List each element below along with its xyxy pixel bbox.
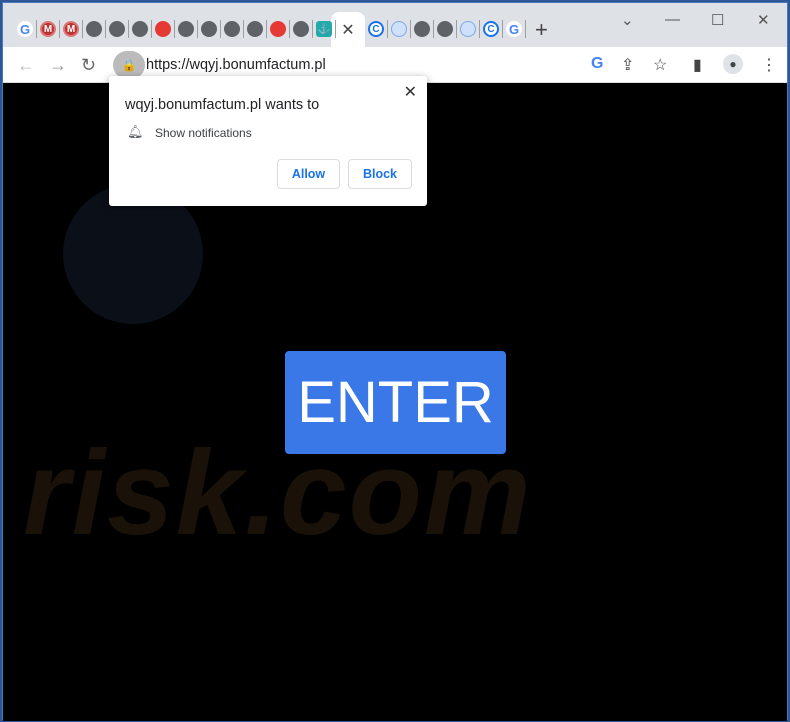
tab-red-circle-icon[interactable]	[155, 21, 171, 37]
google-lens-icon[interactable]: G	[591, 55, 603, 73]
tab-globe-icon[interactable]	[109, 21, 125, 37]
tab-globe-icon[interactable]	[178, 21, 194, 37]
tab-separator	[197, 20, 198, 38]
tab-separator	[289, 20, 290, 38]
share-icon[interactable]: ⇪	[621, 55, 634, 75]
tab-separator	[128, 20, 129, 38]
back-button[interactable]: ←	[17, 55, 35, 76]
tab-refresh-blue-icon[interactable]: C	[483, 21, 499, 37]
tab-globe-icon[interactable]	[247, 21, 263, 37]
tab-separator	[266, 20, 267, 38]
address-bar[interactable]: 🔒 https://wqyj.bonumfactum.pl	[113, 51, 673, 79]
tab-bell-blue-icon[interactable]	[460, 21, 476, 37]
side-panel-icon[interactable]: ▮	[693, 55, 702, 75]
reload-button[interactable]: ↻	[81, 55, 96, 76]
url-text[interactable]: https://wqyj.bonumfactum.pl	[146, 57, 326, 73]
tab-google-icon[interactable]: G	[506, 21, 522, 37]
profile-avatar-icon[interactable]: ●	[723, 54, 743, 74]
tab-separator	[387, 20, 388, 38]
tab-bell-blue-icon[interactable]	[391, 21, 407, 37]
tab-mega-icon[interactable]: M	[63, 21, 79, 37]
tab-mega-icon[interactable]: M	[40, 21, 56, 37]
lock-icon[interactable]: 🔒	[113, 51, 145, 79]
close-icon[interactable]: ✕	[404, 82, 417, 102]
permission-text: Show notifications	[155, 126, 252, 140]
notification-permission-popup: wqyj.bonumfactum.pl wants to ✕ 🔔︎ Show n…	[109, 76, 427, 206]
tab-separator	[105, 20, 106, 38]
tab-separator	[479, 20, 480, 38]
forward-button[interactable]: →	[49, 55, 67, 76]
tab-separator	[525, 20, 526, 38]
tab-globe-icon[interactable]	[414, 21, 430, 37]
tab-separator	[410, 20, 411, 38]
minimize-button[interactable]: —	[665, 11, 680, 28]
tab-globe-icon[interactable]	[437, 21, 453, 37]
tab-separator	[220, 20, 221, 38]
allow-button[interactable]: Allow	[277, 159, 340, 189]
tab-refresh-blue-icon[interactable]: C	[368, 21, 384, 37]
tab-globe-icon[interactable]	[224, 21, 240, 37]
tab-separator	[433, 20, 434, 38]
close-tab-icon[interactable]: ✕	[341, 20, 354, 40]
tab-globe-icon[interactable]	[201, 21, 217, 37]
bookmark-star-icon[interactable]: ☆	[653, 55, 667, 75]
block-button[interactable]: Block	[348, 159, 412, 189]
popup-title: wqyj.bonumfactum.pl wants to	[125, 97, 320, 113]
tab-separator	[59, 20, 60, 38]
close-window-button[interactable]: ✕	[757, 11, 770, 29]
tab-separator	[335, 20, 336, 38]
tab-red-circle-icon[interactable]	[270, 21, 286, 37]
tab-globe-icon[interactable]	[86, 21, 102, 37]
tab-separator	[82, 20, 83, 38]
tab-bar: ✕ + ⌄ — ☐ ✕ G M M ⚓ C C G	[3, 3, 787, 47]
maximize-button[interactable]: ☐	[711, 11, 724, 29]
tab-separator	[36, 20, 37, 38]
tab-separator	[174, 20, 175, 38]
tab-shield-icon[interactable]: ⚓	[316, 21, 332, 37]
tab-globe-icon[interactable]	[132, 21, 148, 37]
new-tab-button[interactable]: +	[535, 17, 548, 43]
tab-separator	[312, 20, 313, 38]
tab-separator	[243, 20, 244, 38]
tab-globe-icon[interactable]	[293, 21, 309, 37]
enter-button[interactable]: ENTER	[285, 351, 506, 454]
tab-search-icon[interactable]: ⌄	[621, 11, 634, 29]
bell-icon: 🔔︎	[127, 124, 144, 139]
active-tab[interactable]: ✕	[331, 12, 365, 47]
tab-google-icon[interactable]: G	[17, 21, 33, 37]
tab-separator	[151, 20, 152, 38]
tab-separator	[456, 20, 457, 38]
tab-separator	[502, 20, 503, 38]
menu-icon[interactable]: ⋮	[761, 55, 777, 75]
